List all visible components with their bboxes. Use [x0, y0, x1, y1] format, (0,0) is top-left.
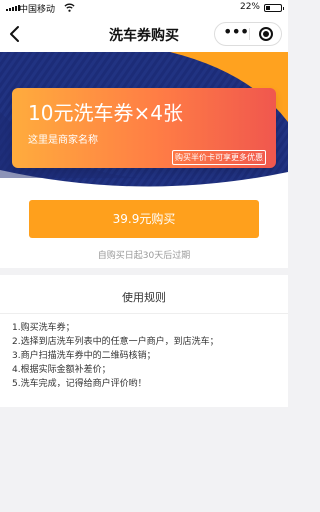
rules-list: 1.购买洗车券； 2.选择到店洗车列表中的任意一户商户，到店洗车； 3.商户扫描…	[12, 321, 219, 391]
rule-item: 4.根据实际金额补差价；	[12, 365, 111, 375]
close-mini-program-icon[interactable]	[259, 27, 273, 41]
half-price-card-promo[interactable]: 购买半价卡可享更多优惠	[172, 150, 266, 165]
rules-title: 使用规则	[122, 291, 166, 304]
battery-icon	[264, 4, 284, 12]
carrier-label: 中国移动	[19, 5, 56, 15]
rules-divider	[0, 313, 288, 314]
purchase-section: 39.9元购买 自购买日起30天后过期	[0, 190, 288, 268]
battery-percentage: 22%	[239, 2, 260, 12]
rule-item: 1.购买洗车券；	[12, 323, 75, 333]
capsule-divider	[249, 28, 250, 40]
buy-button[interactable]: 39.9元购买	[29, 200, 259, 238]
rule-item: 5.洗车完成，记得给商户评价哟！	[12, 379, 147, 389]
wifi-icon	[64, 3, 75, 12]
coupon-name: 10元洗车券×4张	[28, 101, 183, 125]
signal-icon	[6, 5, 20, 11]
coupon-card: 10元洗车券×4张 这里是商家名称 购买半价卡可享更多优惠	[12, 88, 276, 168]
navigation-bar: 洗车券购买 •••	[0, 16, 288, 52]
mini-program-capsule: •••	[214, 22, 282, 46]
rule-item: 2.选择到店洗车列表中的任意一户商户，到店洗车；	[12, 337, 219, 347]
more-options-icon[interactable]: •••	[223, 23, 249, 45]
expiration-note: 自购买日起30天后过期	[97, 251, 191, 261]
usage-rules-section: 使用规则 1.购买洗车券； 2.选择到店洗车列表中的任意一户商户，到店洗车； 3…	[0, 275, 288, 407]
merchant-name: 这里是商家名称	[28, 135, 98, 146]
rule-item: 3.商户扫描洗车券中的二维码核销；	[12, 351, 156, 361]
page-background	[0, 407, 288, 512]
status-bar: 中国移动 22%	[0, 0, 288, 16]
